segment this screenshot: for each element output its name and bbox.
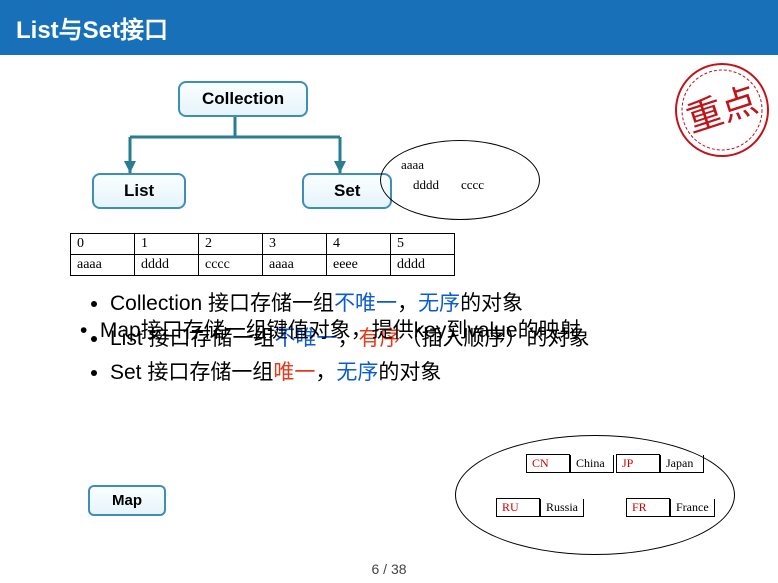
map-entry: FRFrance (626, 498, 715, 517)
table-row: aaaadddd ccccaaaa eeeedddd (71, 255, 455, 276)
bullet-map: • Map接口存储一组键值对象，提供key到value的映射 (80, 314, 581, 344)
map-entry: RURussia (496, 498, 584, 517)
list-example-table: 01 23 45 aaaadddd ccccaaaa eeeedddd (70, 233, 455, 276)
map-entry: CNChina (526, 454, 614, 473)
page-number: 6 / 38 (371, 561, 406, 577)
slide-title: List与Set接口 (0, 0, 778, 55)
node-collection: Collection (178, 81, 308, 117)
set-example-oval: aaaa ddddcccc (380, 140, 540, 220)
map-example-oval: CNChina JPJapan RURussia FRFrance (455, 435, 735, 555)
node-map: Map (88, 485, 166, 516)
bullet-set: Set 接口存储一组唯一，无序的对象 (110, 357, 778, 390)
node-list: List (92, 173, 186, 209)
map-entry: JPJapan (616, 454, 704, 473)
table-row: 01 23 45 (71, 234, 455, 255)
node-set: Set (302, 173, 392, 209)
